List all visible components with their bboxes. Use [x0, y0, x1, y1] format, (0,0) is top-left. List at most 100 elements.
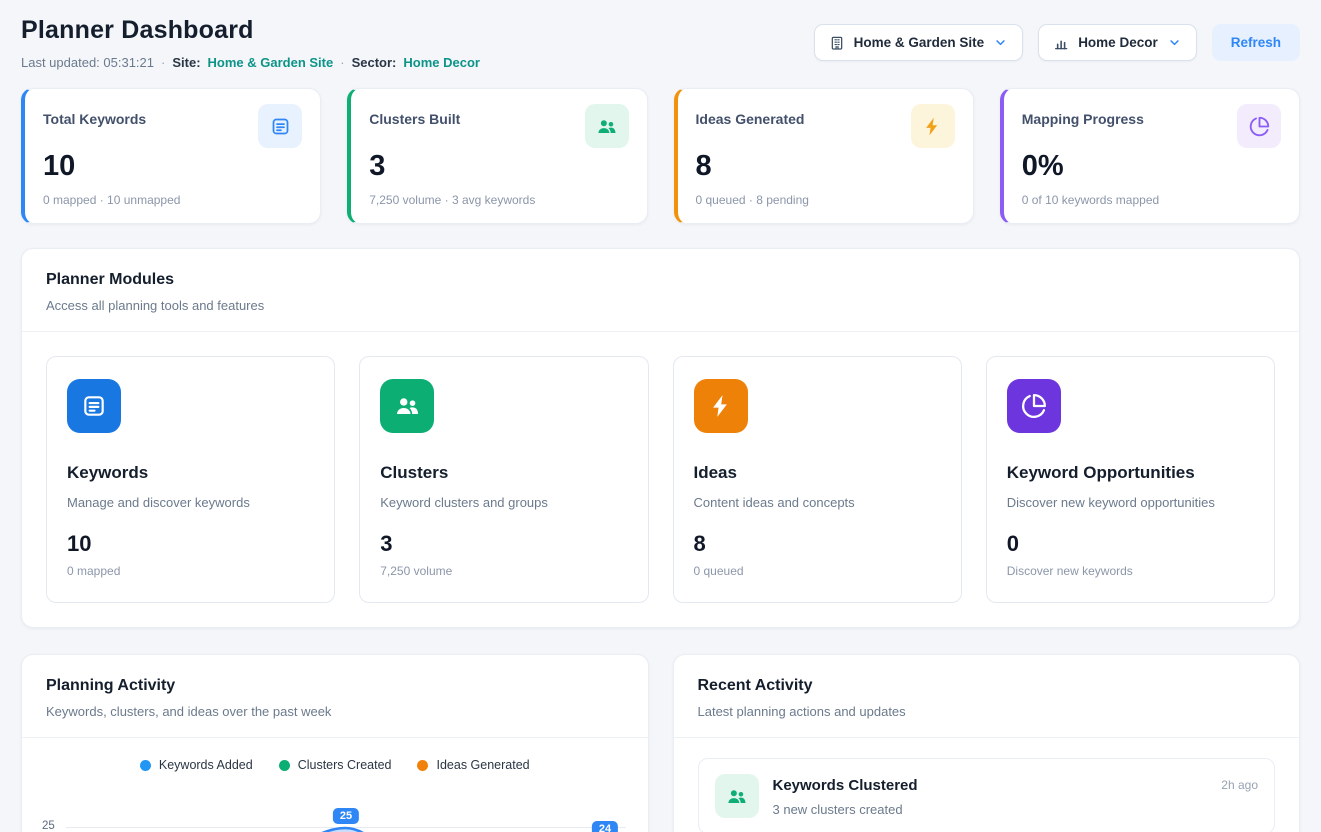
module-title: Keyword Opportunities: [1007, 463, 1254, 483]
legend-label: Ideas Generated: [436, 758, 529, 772]
module-title: Keywords: [67, 463, 314, 483]
stat-value: 0%: [1022, 150, 1281, 183]
divider: [674, 737, 1300, 738]
stat-card-total-keywords: Total Keywords 10 0 mapped · 10 unmapped: [21, 88, 321, 224]
module-title: Ideas: [694, 463, 941, 483]
stat-card-clusters-built: Clusters Built 3 7,250 volume · 3 avg ke…: [347, 88, 647, 224]
header-left: Planner Dashboard Last updated: 05:31:21…: [21, 16, 480, 70]
users-icon: [380, 379, 434, 433]
module-card-keywords[interactable]: Keywords Manage and discover keywords 10…: [46, 356, 335, 603]
stat-subtext: 0 of 10 keywords mapped: [1022, 193, 1281, 207]
building-icon: [829, 35, 845, 51]
panel-subtitle: Access all planning tools and features: [46, 298, 1275, 313]
module-subtext: Discover new keywords: [1007, 564, 1254, 578]
legend-item-keywords-added: Keywords Added: [140, 758, 253, 772]
site-label: Site:: [172, 55, 200, 70]
activity-chart: 25 25 24: [40, 796, 630, 832]
site-selector-value: Home & Garden Site: [854, 35, 985, 50]
module-subtext: 0 mapped: [67, 564, 314, 578]
planner-dashboard: Planner Dashboard Last updated: 05:31:21…: [0, 0, 1321, 832]
stat-label: Total Keywords: [43, 104, 146, 127]
separator-dot: ·: [161, 55, 165, 70]
module-description: Manage and discover keywords: [67, 495, 314, 510]
refresh-button[interactable]: Refresh: [1212, 24, 1300, 61]
page-title: Planner Dashboard: [21, 16, 480, 45]
stat-label: Clusters Built: [369, 104, 460, 127]
lightning-icon: [694, 379, 748, 433]
pie-chart-icon: [1237, 104, 1281, 148]
module-card-ideas[interactable]: Ideas Content ideas and concepts 8 0 que…: [673, 356, 962, 603]
stat-card-mapping-progress: Mapping Progress 0% 0 of 10 keywords map…: [1000, 88, 1300, 224]
lightning-icon: [911, 104, 955, 148]
document-lines-icon: [258, 104, 302, 148]
legend-item-clusters-created: Clusters Created: [279, 758, 392, 772]
panel-header: Planning Activity Keywords, clusters, an…: [22, 655, 648, 737]
header: Planner Dashboard Last updated: 05:31:21…: [21, 16, 1300, 70]
site-selector-dropdown[interactable]: Home & Garden Site: [814, 24, 1024, 61]
stat-value: 3: [369, 150, 628, 183]
users-icon: [715, 774, 759, 818]
module-value: 10: [67, 531, 314, 557]
stat-value: 10: [43, 150, 302, 183]
panel-subtitle: Latest planning actions and updates: [698, 704, 1276, 719]
stat-label: Mapping Progress: [1022, 104, 1144, 127]
bar-chart-icon: [1053, 35, 1069, 51]
planning-activity-panel: Planning Activity Keywords, clusters, an…: [21, 654, 649, 832]
chart-legend: Keywords Added Clusters Created Ideas Ge…: [22, 738, 648, 782]
panel-header: Recent Activity Latest planning actions …: [674, 655, 1300, 737]
module-description: Content ideas and concepts: [694, 495, 941, 510]
module-card-keyword-opportunities[interactable]: Keyword Opportunities Discover new keywo…: [986, 356, 1275, 603]
legend-label: Clusters Created: [298, 758, 392, 772]
legend-dot: [140, 760, 151, 771]
module-value: 3: [380, 531, 627, 557]
bottom-row: Planning Activity Keywords, clusters, an…: [21, 654, 1300, 832]
legend-dot: [279, 760, 290, 771]
stat-subtext: 0 mapped · 10 unmapped: [43, 193, 302, 207]
module-subtext: 7,250 volume: [380, 564, 627, 578]
sector-selector-value: Home Decor: [1078, 35, 1158, 50]
activity-title: Keywords Clustered: [773, 777, 1208, 794]
activity-description: 3 new clusters created: [773, 802, 1208, 817]
meta-line: Last updated: 05:31:21 · Site: Home & Ga…: [21, 55, 480, 70]
data-point-label: 25: [333, 808, 359, 824]
panel-title: Recent Activity: [698, 677, 1276, 695]
legend-dot: [417, 760, 428, 771]
planner-modules-panel: Planner Modules Access all planning tool…: [21, 248, 1300, 628]
recent-activity-panel: Recent Activity Latest planning actions …: [673, 654, 1301, 832]
module-value: 0: [1007, 531, 1254, 557]
activity-body: Keywords Clustered 3 new clusters create…: [773, 774, 1208, 817]
y-axis-tick: 25: [42, 820, 55, 832]
document-lines-icon: [67, 379, 121, 433]
sector-link[interactable]: Home Decor: [403, 55, 480, 70]
panel-header: Planner Modules Access all planning tool…: [22, 249, 1299, 331]
last-updated-text: Last updated: 05:31:21: [21, 55, 154, 70]
stat-card-ideas-generated: Ideas Generated 8 0 queued · 8 pending: [674, 88, 974, 224]
pie-chart-icon: [1007, 379, 1061, 433]
module-card-clusters[interactable]: Clusters Keyword clusters and groups 3 7…: [359, 356, 648, 603]
panel-subtitle: Keywords, clusters, and ideas over the p…: [46, 704, 624, 719]
stat-label: Ideas Generated: [696, 104, 805, 127]
header-actions: Home & Garden Site Home Decor Refresh: [814, 24, 1300, 61]
module-description: Discover new keyword opportunities: [1007, 495, 1254, 510]
stat-subtext: 7,250 volume · 3 avg keywords: [369, 193, 628, 207]
module-title: Clusters: [380, 463, 627, 483]
module-subtext: 0 queued: [694, 564, 941, 578]
chevron-down-icon: [993, 35, 1008, 50]
activity-timestamp: 2h ago: [1221, 774, 1258, 792]
module-value: 8: [694, 531, 941, 557]
stat-value: 8: [696, 150, 955, 183]
stat-subtext: 0 queued · 8 pending: [696, 193, 955, 207]
sector-label: Sector:: [352, 55, 397, 70]
modules-grid: Keywords Manage and discover keywords 10…: [22, 332, 1299, 627]
chevron-down-icon: [1167, 35, 1182, 50]
legend-item-ideas-generated: Ideas Generated: [417, 758, 529, 772]
separator-dot: ·: [340, 55, 344, 70]
panel-title: Planning Activity: [46, 677, 624, 695]
users-icon: [585, 104, 629, 148]
stats-row: Total Keywords 10 0 mapped · 10 unmapped…: [21, 88, 1300, 224]
sector-selector-dropdown[interactable]: Home Decor: [1038, 24, 1197, 61]
legend-label: Keywords Added: [159, 758, 253, 772]
panel-title: Planner Modules: [46, 271, 1275, 289]
site-link[interactable]: Home & Garden Site: [208, 55, 334, 70]
data-point-label: 24: [592, 821, 618, 832]
